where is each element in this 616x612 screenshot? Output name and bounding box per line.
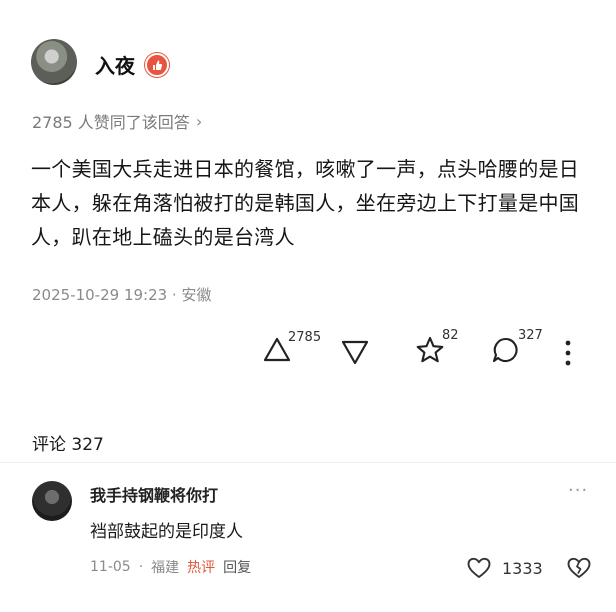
more-options-button[interactable]: [558, 338, 578, 372]
triangle-down-icon: [341, 340, 369, 365]
comment-separator: ·: [138, 559, 144, 575]
comment-location: 福建: [151, 560, 180, 576]
likes-summary[interactable]: 2785 人赞同了该回答 ›: [32, 109, 202, 133]
comment-dislike-button[interactable]: [566, 556, 592, 584]
answer-content: 一个美国大兵走进日本的餐馆，咳嗽了一声，点头哈腰的是日本人，躲在角落怕被打的是韩…: [31, 157, 580, 249]
commenter-name[interactable]: 我手持钢鞭将你打: [90, 482, 218, 506]
comment-like-button[interactable]: 1333: [466, 556, 543, 580]
comment-date: 11-05: [90, 559, 131, 575]
favorite-button[interactable]: 82: [414, 328, 459, 366]
comment-like-count: 1333: [502, 558, 543, 578]
comment-meta: 11-05 · 福建 热评 回复: [90, 557, 251, 577]
downvote-button[interactable]: [340, 338, 370, 366]
comment-count: 327: [518, 328, 543, 343]
author-avatar[interactable]: [31, 39, 77, 85]
upvote-button[interactable]: 2785: [262, 330, 321, 364]
upvote-count: 2785: [288, 330, 322, 345]
comments-title: 评论 327: [32, 435, 104, 455]
divider: [0, 462, 616, 463]
broken-heart-icon: [567, 557, 591, 578]
verified-badge-icon: [145, 53, 169, 77]
comment-button[interactable]: 327: [490, 328, 543, 366]
hot-comment-tag: 热评: [187, 560, 216, 576]
likes-summary-text: 2785 人赞同了该回答: [32, 113, 190, 132]
author-name[interactable]: 入夜: [95, 50, 135, 79]
comment-more-icon[interactable]: ···: [568, 480, 588, 501]
commenter-avatar[interactable]: [32, 481, 72, 521]
chevron-right-icon: ›: [195, 111, 203, 131]
reply-button[interactable]: 回复: [223, 557, 251, 577]
heart-icon: [467, 557, 491, 578]
answer-timestamp: 2025-10-29 19:23 · 安徽: [32, 286, 212, 304]
comment-text: 裆部鼓起的是印度人: [90, 522, 243, 542]
more-vertical-icon: [565, 340, 571, 366]
favorite-count: 82: [442, 328, 459, 343]
